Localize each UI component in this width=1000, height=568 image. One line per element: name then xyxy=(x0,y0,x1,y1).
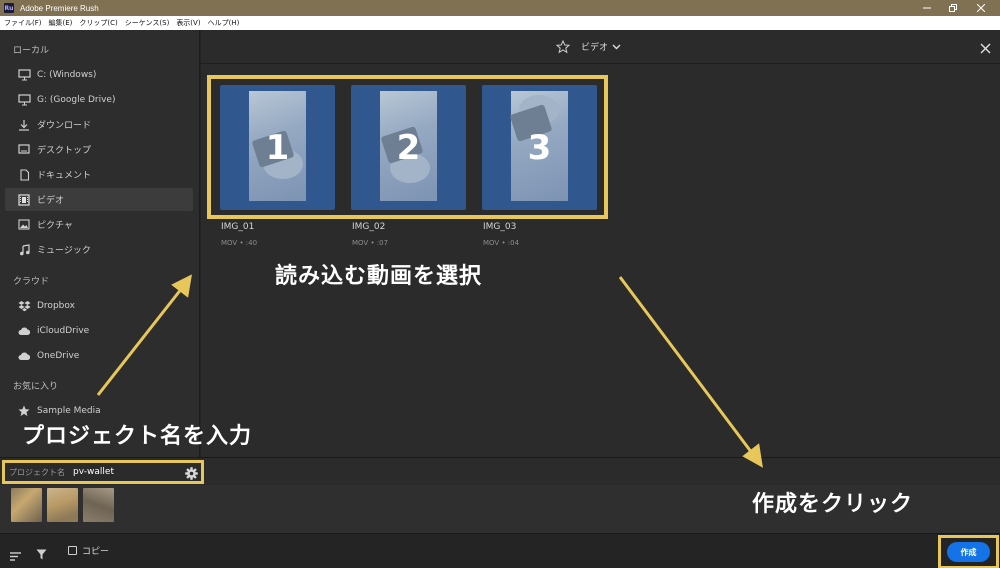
sidebar-item-documents[interactable]: ドキュメント xyxy=(5,163,193,186)
section-title-cloud: クラウド xyxy=(13,277,50,287)
sidebar-item-label: Sample Media xyxy=(37,405,101,416)
annotation-click-create: 作成をクリック xyxy=(752,492,914,517)
section-title-favorites: お気に入り xyxy=(13,382,59,392)
sidebar-item-label: ミュージック xyxy=(37,246,91,256)
close-icon xyxy=(977,4,985,12)
sidebar-item-c-drive[interactable]: C: (Windows) xyxy=(5,63,193,86)
maximize-button[interactable] xyxy=(940,0,966,16)
sidebar-item-dropbox[interactable]: Dropbox xyxy=(5,294,193,317)
project-name-field[interactable]: プロジェクト名 pv-wallet xyxy=(2,460,204,484)
close-browser-button[interactable] xyxy=(980,39,991,58)
star-filled-icon xyxy=(17,404,31,418)
annotation-enter-project-name: プロジェクト名を入力 xyxy=(22,424,253,449)
sidebar-item-videos[interactable]: ビデオ xyxy=(5,188,193,211)
minimize-button[interactable] xyxy=(914,0,940,16)
project-name-input[interactable]: pv-wallet xyxy=(73,467,114,477)
filter-button[interactable] xyxy=(36,545,47,564)
restore-icon xyxy=(949,4,957,12)
menu-bar: ファイル(F) 編集(E) クリップ(C) シーケンス(S) 表示(V) ヘルプ… xyxy=(0,16,1000,30)
sidebar-item-label: ダウンロード xyxy=(37,121,92,131)
dropbox-icon xyxy=(17,299,31,313)
chevron-down-icon xyxy=(612,44,621,49)
sidebar-item-label: G: (Google Drive) xyxy=(37,94,116,105)
window-title: Adobe Premiere Rush xyxy=(20,3,99,13)
sidebar-item-icloud[interactable]: iCloudDrive xyxy=(5,319,193,342)
cloud-icon xyxy=(17,349,31,363)
filter-icon xyxy=(36,549,47,560)
copy-checkbox[interactable] xyxy=(68,546,77,555)
browser-header: ビデオ xyxy=(201,30,1000,64)
star-outline-icon xyxy=(555,39,571,54)
minimize-icon xyxy=(923,7,931,9)
clip-name: IMG_02 xyxy=(352,222,386,232)
sidebar-item-downloads[interactable]: ダウンロード xyxy=(5,113,193,136)
menu-view[interactable]: 表示(V) xyxy=(176,18,200,28)
sidebar-item-pictures[interactable]: ピクチャ xyxy=(5,213,193,236)
clip-meta: MOV • :04 xyxy=(483,239,520,247)
monitor-icon xyxy=(17,68,31,82)
sidebar-item-g-drive[interactable]: G: (Google Drive) xyxy=(5,88,193,111)
selected-clip-thumbnail[interactable] xyxy=(11,488,42,522)
clip-name: IMG_01 xyxy=(221,222,255,232)
favorite-star-button[interactable] xyxy=(555,39,571,58)
gear-icon xyxy=(185,467,198,480)
sidebar-item-label: ビデオ xyxy=(37,196,65,206)
sidebar-item-label: iCloudDrive xyxy=(37,325,90,336)
folder-dropdown[interactable]: ビデオ xyxy=(581,40,621,53)
app-icon: Ru xyxy=(4,3,14,13)
create-highlight: 作成 xyxy=(938,535,999,568)
monitor-icon xyxy=(17,93,31,107)
sidebar-item-music[interactable]: ミュージック xyxy=(5,238,193,261)
sidebar-item-onedrive[interactable]: OneDrive xyxy=(5,344,193,367)
copy-label: コピー xyxy=(82,547,110,557)
sidebar: ローカル C: (Windows) G: (Google Drive) ダウンロ… xyxy=(0,30,200,457)
menu-edit[interactable]: 編集(E) xyxy=(49,18,73,28)
desktop-icon xyxy=(17,143,31,157)
document-icon xyxy=(17,168,31,182)
sidebar-item-label: Dropbox xyxy=(37,300,75,311)
project-settings-button[interactable] xyxy=(185,465,198,484)
music-icon xyxy=(17,243,31,257)
menu-sequence[interactable]: シーケンス(S) xyxy=(125,18,170,28)
folder-label: ビデオ xyxy=(581,43,609,53)
sort-icon xyxy=(10,552,21,561)
clip-meta: MOV • :40 xyxy=(221,239,258,247)
section-title-local: ローカル xyxy=(13,46,50,56)
menu-clip[interactable]: クリップ(C) xyxy=(79,18,117,28)
menu-file[interactable]: ファイル(F) xyxy=(4,18,42,28)
project-bar: プロジェクト名 pv-wallet xyxy=(0,457,1000,485)
sort-button[interactable] xyxy=(10,546,21,565)
film-icon xyxy=(17,193,31,207)
sidebar-item-desktop[interactable]: デスクトップ xyxy=(5,138,193,161)
cloud-icon xyxy=(17,324,31,338)
footer-toolbar: コピー 作成 xyxy=(0,533,1000,568)
picture-icon xyxy=(17,218,31,232)
title-bar: Ru Adobe Premiere Rush xyxy=(0,0,1000,16)
sidebar-item-label: ドキュメント xyxy=(37,171,92,181)
clip-meta: MOV • :07 xyxy=(352,239,389,247)
clips-highlight xyxy=(207,75,608,219)
sidebar-item-label: OneDrive xyxy=(37,350,80,361)
menu-help[interactable]: ヘルプ(H) xyxy=(208,18,240,28)
selected-clip-thumbnail[interactable] xyxy=(47,488,78,522)
create-button[interactable]: 作成 xyxy=(947,542,990,562)
project-name-label: プロジェクト名 xyxy=(9,467,65,477)
annotation-select-videos: 読み込む動画を選択 xyxy=(275,264,483,289)
selected-clip-thumbnail[interactable] xyxy=(83,488,114,522)
clip-name: IMG_03 xyxy=(483,222,517,232)
sidebar-item-label: C: (Windows) xyxy=(37,69,97,80)
sidebar-item-label: ピクチャ xyxy=(37,221,73,231)
close-window-button[interactable] xyxy=(968,0,994,16)
sidebar-item-label: デスクトップ xyxy=(37,146,92,156)
close-icon xyxy=(980,43,991,54)
download-icon xyxy=(17,118,31,132)
